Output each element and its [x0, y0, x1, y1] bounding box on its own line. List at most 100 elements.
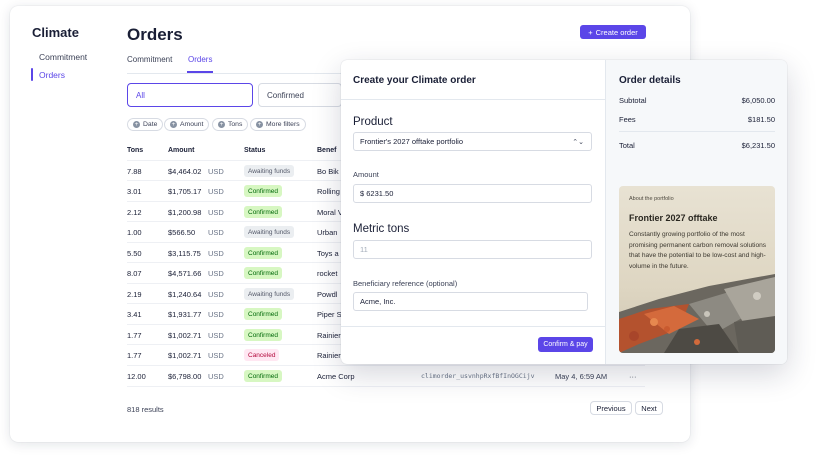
product-label: Product: [353, 116, 393, 128]
cell-amount: $3,115.75: [168, 248, 201, 258]
filter-date-chip[interactable]: + Date: [127, 118, 164, 131]
portfolio-card: About the portfolio Frontier 2027 offtak…: [619, 186, 775, 353]
filter-label: Amount: [180, 121, 204, 128]
results-count: 818 results: [127, 405, 164, 414]
tab-commitment[interactable]: Commitment: [127, 55, 172, 64]
cell-amount: $4,571.66: [168, 268, 202, 278]
beneficiary-input[interactable]: Acme, Inc.: [353, 292, 588, 311]
cell-currency: USD: [208, 309, 224, 319]
filter-label: Date: [143, 121, 158, 128]
column-header-tons[interactable]: Tons: [127, 147, 143, 154]
divider: [341, 99, 605, 100]
cell-amount: $1,002.71: [168, 350, 202, 360]
cell-amount: $1,240.64: [168, 289, 202, 299]
create-order-button[interactable]: + Create order: [580, 25, 646, 39]
portfolio-title: Frontier 2027 offtake: [629, 213, 718, 223]
cell-amount: $566.50: [168, 227, 196, 237]
cell-tons: 3.41: [127, 309, 142, 319]
cell-order-id: climorder_usvnhpRxfBfInOGCijv: [421, 372, 535, 380]
cell-amount: $1,200.98: [168, 207, 202, 217]
cell-tons: 2.12: [127, 207, 142, 217]
amount-input[interactable]: $ 6231.50: [353, 184, 592, 203]
cell-beneficiary: Powdl: [317, 289, 338, 299]
cell-beneficiary: Toys a: [317, 248, 339, 258]
subtotal-label: Subtotal: [619, 96, 647, 105]
previous-button[interactable]: Previous: [590, 401, 632, 415]
sidebar-item-orders[interactable]: Orders: [39, 70, 65, 80]
sidebar-active-indicator: [31, 68, 33, 81]
chevron-updown-icon: ⌃⌄: [572, 138, 584, 146]
next-button[interactable]: Next: [635, 401, 663, 415]
filter-tons-chip[interactable]: + Tons: [212, 118, 249, 131]
status-badge: Confirmed: [244, 370, 282, 382]
tab-active-underline: [187, 71, 213, 73]
status-badge: Confirmed: [244, 308, 282, 320]
cell-tons: 1.77: [127, 350, 142, 360]
divider: [127, 283, 342, 284]
total-label: Total: [619, 141, 635, 150]
cell-beneficiary: Rainier: [317, 330, 341, 340]
segment-confirmed[interactable]: Confirmed: [258, 83, 342, 107]
order-details-panel: Order details Subtotal $6,050.00 Fees $1…: [605, 60, 787, 364]
status-badge: Confirmed: [244, 206, 282, 218]
cell-beneficiary: Acme Corp: [317, 371, 355, 381]
cell-beneficiary: Rainier: [317, 350, 341, 360]
plus-icon: +: [588, 27, 593, 37]
cell-tons: 7.88: [127, 166, 142, 176]
modal-title: Create your Climate order: [353, 75, 476, 86]
divider: [127, 160, 342, 161]
status-badge: Confirmed: [244, 329, 282, 341]
status-badge: Confirmed: [244, 185, 282, 197]
fees-row: Fees $181.50: [619, 115, 775, 124]
column-header-beneficiary[interactable]: Benef: [317, 147, 336, 154]
cell-tons: 12.00: [127, 371, 146, 381]
cell-currency: USD: [208, 350, 224, 360]
plus-icon: +: [218, 121, 225, 128]
tabs-divider: [127, 73, 342, 74]
cell-amount: $6,798.00: [168, 371, 202, 381]
cell-amount: $1,931.77: [168, 309, 202, 319]
column-header-amount[interactable]: Amount: [168, 147, 194, 154]
cell-tons: 3.01: [127, 186, 142, 196]
metric-tons-input[interactable]: 11: [353, 240, 592, 259]
divider: [127, 303, 342, 304]
product-select[interactable]: Frontier's 2027 offtake portfolio ⌃⌄: [353, 132, 592, 151]
cell-tons: 8.07: [127, 268, 142, 278]
divider: [127, 344, 342, 345]
confirm-pay-button[interactable]: Confirm & pay: [538, 337, 593, 352]
divider: [127, 365, 645, 366]
cell-amount: $1,705.17: [168, 186, 202, 196]
plus-icon: +: [256, 121, 263, 128]
divider: [619, 131, 775, 132]
cell-currency: USD: [208, 248, 224, 258]
filter-label: More filters: [266, 121, 300, 128]
divider: [127, 262, 342, 263]
sidebar-item-commitment[interactable]: Commitment: [39, 52, 87, 62]
cell-currency: USD: [208, 289, 224, 299]
divider: [127, 386, 645, 387]
subtotal-value: $6,050.00: [741, 96, 775, 105]
cell-beneficiary: Rolling: [317, 186, 340, 196]
filter-amount-chip[interactable]: + Amount: [164, 118, 210, 131]
segment-all[interactable]: All: [127, 83, 253, 107]
tab-orders[interactable]: Orders: [188, 55, 212, 64]
status-badge: Awaiting funds: [244, 288, 295, 300]
product-value: Frontier's 2027 offtake portfolio: [360, 137, 464, 146]
cell-beneficiary: Bo Bik: [317, 166, 339, 176]
divider: [127, 242, 342, 243]
cell-amount: $4,464.02: [168, 166, 202, 176]
cell-beneficiary: Moral V: [317, 207, 343, 217]
table-row[interactable]: 12.00 $6,798.00 USD Confirmed Acme Corp …: [127, 366, 645, 386]
more-options-icon[interactable]: ···: [629, 366, 637, 386]
cell-tons: 1.77: [127, 330, 142, 340]
cell-tons: 1.00: [127, 227, 142, 237]
filter-more-chip[interactable]: + More filters: [250, 118, 306, 131]
order-details-title: Order details: [619, 75, 681, 86]
amount-label: Amount: [353, 170, 379, 179]
status-badge: Confirmed: [244, 247, 282, 259]
portfolio-description: Constantly growing portfolio of the most…: [629, 231, 767, 270]
cell-currency: USD: [208, 371, 224, 381]
column-header-status[interactable]: Status: [244, 147, 265, 154]
create-order-modal: Create your Climate order Product Fronti…: [341, 60, 787, 364]
cell-beneficiary: Urban: [317, 227, 338, 237]
